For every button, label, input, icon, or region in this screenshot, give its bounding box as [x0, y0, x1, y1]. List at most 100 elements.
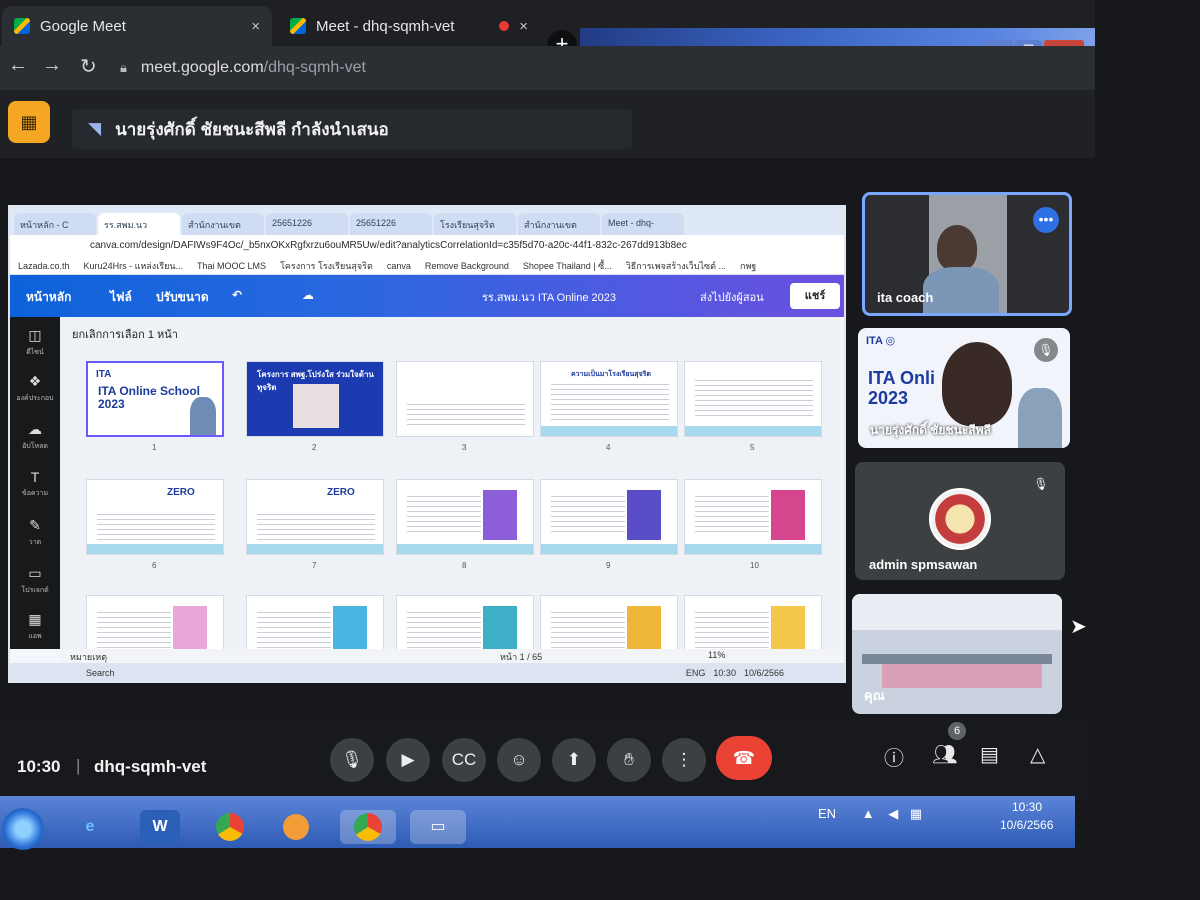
shared-tab: สำนักงานเขต — [518, 213, 600, 235]
mic-off-icon: 🎙︎ — [1034, 338, 1058, 362]
microphone-button[interactable]: 🎙︎ — [330, 738, 374, 782]
bookmark: กพฐ — [740, 260, 757, 271]
windows-start-icon[interactable] — [2, 808, 44, 850]
url-input[interactable]: 🔒︎ meet.google.com /dhq-sqmh-vet — [120, 52, 840, 84]
tab-google-meet[interactable]: Google Meet × — [2, 6, 272, 46]
emoji-icon: ☺ — [510, 750, 528, 769]
more-options-button[interactable]: ⋮ — [662, 738, 706, 782]
slide-number: 7 — [312, 561, 317, 570]
screen: Google Meet × Meet - dhq-sqmh-vet × + ⌄ … — [0, 0, 1200, 900]
lock-icon: 🔒︎ — [120, 60, 127, 75]
tab-meet-dhq[interactable]: Meet - dhq-sqmh-vet × — [278, 6, 540, 46]
participant-face — [937, 225, 977, 271]
participant-name: ita coach — [877, 290, 934, 305]
tray-expand-icon[interactable]: ▲ — [862, 806, 875, 821]
deselect-pages: ยกเลิกการเลือก 1 หน้า — [72, 329, 178, 341]
slide-thumbnail — [540, 479, 678, 555]
slide-thumbnail: ZERO — [86, 479, 224, 555]
bookmark: Thai MOOC LMS — [197, 260, 267, 271]
canva-slide-grid: ยกเลิกการเลือก 1 หน้า ITA ITA Online Sch… — [60, 317, 840, 649]
slide-thumbnail — [540, 595, 678, 649]
participant-tile-admin[interactable]: 🎙︎ admin spmsawan — [855, 462, 1065, 580]
presenting-icon: ◥ — [88, 119, 102, 138]
canva-notes: หมายเหตุ — [70, 652, 108, 662]
presenter-photo — [190, 397, 216, 435]
slide-thumbnail — [684, 595, 822, 649]
shared-clock: 10:30 — [713, 668, 736, 678]
room-ceiling — [852, 594, 1062, 630]
close-tab-icon[interactable]: × — [251, 18, 260, 35]
camera-button[interactable]: ▶ — [386, 738, 430, 782]
slide-wave — [397, 544, 533, 554]
shared-url: canva.com/design/DAFIWs9F4Oc/_b5nxOKxRgf… — [10, 235, 844, 257]
info-icon[interactable]: ⓘ — [884, 742, 904, 771]
bookmark: Remove Background — [424, 260, 509, 271]
canva-design-title: รร.สพม.นว ITA Online 2023 — [482, 292, 616, 304]
forward-icon[interactable]: → — [42, 54, 62, 77]
slide-thumbnail: ZERO — [246, 479, 384, 555]
shared-date: 10/6/2566 — [743, 668, 784, 678]
bookmark: Lazada.co.th — [18, 260, 70, 271]
captions-button[interactable]: CC — [442, 738, 486, 782]
system-tray: EN ▲ ◀ ▦ — [818, 806, 922, 822]
slide-poster — [771, 490, 805, 540]
slide-thumbnail — [86, 595, 224, 649]
shared-screen: หน้าหลัก - C รร.สพม.นว สำนักงานเขต 25651… — [8, 205, 846, 683]
shared-search: Search — [86, 668, 115, 678]
back-icon[interactable]: ← — [8, 54, 28, 77]
slide-content — [407, 400, 525, 428]
tray-language[interactable]: EN — [818, 806, 836, 821]
media-player-icon[interactable] — [276, 810, 316, 844]
slide-wave — [247, 544, 383, 554]
taskbar-clock[interactable]: 10:30 — [1012, 800, 1042, 814]
canva-sidebar: ◫ ดีไซน์ ❖ องค์ประกอบ ☁ อัปโหลด T ข้อความ ✎ ว… — [10, 317, 60, 649]
microphone-icon: 🎙︎ — [341, 750, 363, 769]
activities-icon[interactable]: △ — [1030, 742, 1045, 767]
slide-number: 3 — [462, 443, 467, 452]
end-call-button[interactable]: ☎ — [716, 736, 772, 780]
reload-icon[interactable]: ↻ — [80, 54, 97, 79]
word-icon[interactable]: W — [140, 810, 180, 844]
explorer-window-icon[interactable]: ▭ — [410, 810, 466, 844]
canva-home-menu: หน้าหลัก — [26, 290, 72, 304]
slide-poster — [627, 606, 661, 649]
undo-icon: ↶ — [232, 288, 243, 302]
participant-tile-ita-coach[interactable]: ••• ita coach — [862, 192, 1072, 316]
participant-tile-presenter[interactable]: ITA ◎ ITA Onli 2023 🎙︎ นายรุ่งศักดิ์ ชัยช… — [858, 328, 1070, 448]
slide-number: 2 — [312, 443, 317, 452]
people-icon[interactable]: 👥︎ — [932, 742, 957, 767]
presenter-text: นายรุ่งศักดิ์ ชัยชนะสีพลี กำลังนำเสนอ — [115, 119, 389, 139]
elements-icon: ❖ — [28, 373, 42, 389]
more-options-icon[interactable]: ••• — [1033, 207, 1059, 233]
emoji-button[interactable]: ☺ — [497, 738, 541, 782]
chrome-window-icon[interactable] — [340, 810, 396, 844]
canva-side-upload: ☁ อัปโหลด — [10, 421, 60, 452]
slide-wave — [87, 544, 223, 554]
canva-side-design: ◫ ดีไซน์ — [10, 327, 60, 358]
present-button[interactable]: ⬆ — [552, 738, 596, 782]
slide-number: 5 — [750, 443, 755, 452]
raise-hand-button[interactable]: ✋︎ — [607, 738, 651, 782]
slide-thumbnail — [684, 479, 822, 555]
url-host: meet.google.com — [140, 59, 264, 76]
slide-content — [97, 608, 171, 648]
chrome-icon[interactable] — [210, 810, 250, 844]
volume-icon[interactable]: ◀ — [888, 806, 898, 821]
raise-hand-icon: ✋︎ — [624, 750, 634, 769]
slide-thumbnail — [396, 361, 534, 437]
slide-content — [407, 608, 481, 648]
tab-title: Meet - dhq-sqmh-vet — [316, 17, 455, 35]
canva-zoom: 11% — [708, 650, 726, 660]
network-icon[interactable]: ▦ — [910, 806, 922, 821]
screen-share-off-icon[interactable]: ▦ — [8, 101, 50, 143]
room-audience — [862, 654, 1052, 664]
canva-side-apps: ▦ แอพ — [10, 611, 60, 642]
chat-icon[interactable]: ▤ — [980, 742, 999, 767]
camera-icon: ▶ — [401, 750, 415, 769]
taskbar-date[interactable]: 10/6/2566 — [1000, 818, 1053, 832]
google-meet-icon — [290, 18, 306, 34]
participant-tile-self[interactable]: คุณ — [852, 594, 1062, 714]
slide-poster — [173, 606, 207, 649]
internet-explorer-icon[interactable]: e — [70, 810, 110, 844]
close-tab-icon[interactable]: × — [519, 18, 528, 35]
